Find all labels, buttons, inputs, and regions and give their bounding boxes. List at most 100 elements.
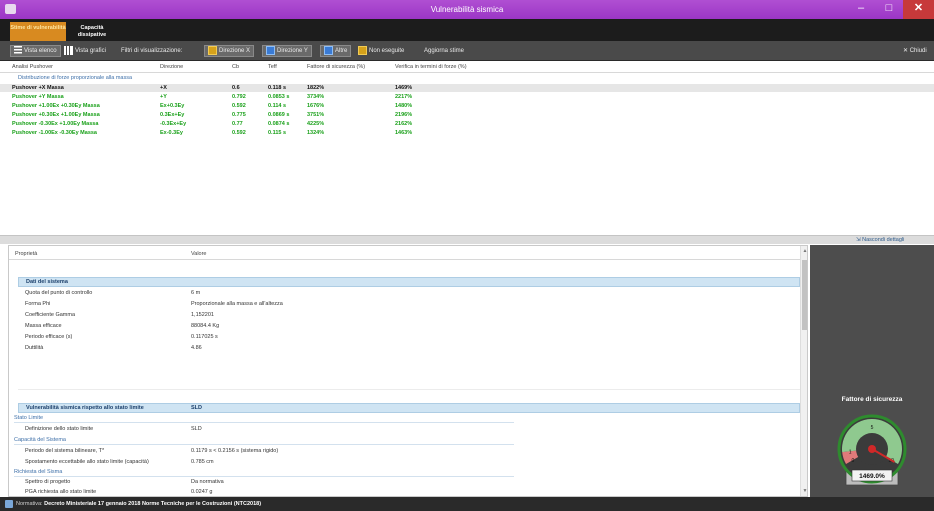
bar-chart-icon [64,45,73,55]
col-teff[interactable]: Teff [268,64,277,70]
property-key: Periodo del sistema bilineare, T* [25,448,105,454]
property-row[interactable]: Quota del punto di controllo 6 m [9,289,801,299]
cell-cb: 0.592 [232,130,246,136]
app-window: Vulnerabilità sismica – □ ✕ Stime di vul… [0,0,934,511]
hide-details-toggle[interactable]: ⇲ Nascondi dettagli [856,236,904,245]
cell-vf: 1469% [395,85,413,91]
tab-stime-vulnerabilita[interactable]: Stime di vulnerabilità [10,22,66,41]
cell-vf: 2196% [395,112,413,118]
property-key: Forma Phi [25,301,51,307]
direction-y-icon [266,46,275,55]
view-charts-button[interactable]: Vista grafici [64,45,106,57]
property-value: 1,152201 [191,312,214,318]
property-value: 0.0247 g [191,489,213,495]
col-cb[interactable]: Cb [232,64,239,70]
property-key: Coefficiente Gamma [25,312,76,318]
property-row[interactable]: Forma Phi Proporzionale alla massa e all… [9,300,801,310]
table-row[interactable]: Pushover -1.00Ex -0.30Ey Massa Ex-0.3Ey … [0,129,934,137]
info-icon [5,500,13,508]
property-row[interactable]: Coefficiente Gamma 1,152201 [9,311,801,321]
filter-dir-y-toggle[interactable]: Direzione Y [262,45,312,57]
col-direzione[interactable]: Direzione [160,64,183,70]
cell-cb: 0.792 [232,94,246,100]
table-row[interactable]: Pushover +Y Massa +Y 0.792 0.0853 s 3734… [0,93,934,101]
group-richiesta-sisma: Richiesta del Sisma [14,469,63,475]
gauge-mark: 1 [849,449,852,455]
list-icon [14,46,22,55]
cell-teff: 0.118 s [268,85,287,91]
property-row[interactable]: Periodo efficace (s) 0.117025 s [9,333,801,343]
property-value: 88084.4 Kg [191,323,220,329]
cell-dir: 0.3Ex+Ey [160,112,185,118]
filter-not-run-toggle[interactable]: Non eseguite [358,45,404,57]
property-key: PGA richiesta allo stato limite [25,489,97,495]
filter-others-toggle[interactable]: Altre [320,45,352,57]
group-stato-limite: Stato Limite [14,415,44,421]
property-row[interactable]: Periodo del sistema bilineare, T* 0.1179… [9,447,801,457]
splitter-bar[interactable] [0,235,934,244]
maximize-button[interactable]: □ [875,0,903,19]
section-vulnerabilita[interactable]: Vulnerabilità sismica rispetto allo stat… [18,403,800,413]
section-dati-sistema[interactable]: Dati del sistema [18,277,800,287]
property-key: Periodo efficace (s) [25,334,73,340]
not-run-icon [358,45,367,55]
status-text: Normativa: Decreto Ministeriale 17 genna… [16,501,261,507]
filter-not-run-label: Non eseguite [369,48,405,54]
property-row[interactable]: Spettro di progetto Da normativa [9,478,801,488]
cell-name: Pushover +0.30Ex +1.00Ey Massa [12,112,100,118]
update-estimates-button[interactable]: Aggiorna stime [424,45,464,57]
col-fattore-sicurezza[interactable]: Fattore di sicurezza (%) [307,64,365,70]
cell-cb: 0.77 [232,121,243,127]
status-label: Normativa: [16,501,43,507]
cell-dir: +X [160,85,167,91]
cell-vf: 1463% [395,130,413,136]
section-value: SLD [191,405,202,411]
group-row[interactable]: Distribuzione di forze proporzionale all… [0,74,934,84]
table-row[interactable]: Pushover -0.30Ex +1.00Ey Massa -0.3Ex+Ey… [0,120,934,128]
table-row[interactable]: Pushover +1.00Ex +0.30Ey Massa Ex+0.3Ey … [0,102,934,110]
properties-scrollbar[interactable]: ▲ ▼ [800,246,807,496]
property-key: Duttilità [25,345,44,351]
cell-teff: 0.0869 s [268,112,290,118]
cell-dir: -0.3Ex+Ey [160,121,187,127]
cell-teff: 0.0874 s [268,121,290,127]
property-row[interactable]: Massa efficace 88084.4 Kg [9,322,801,332]
gauge-needle-hub [868,445,876,453]
gauge-mark: 0 [852,458,855,464]
cell-name: Pushover +X Massa [12,85,64,91]
divider [14,422,514,423]
cell-cb: 0.6 [232,85,240,91]
divider [18,389,800,390]
close-view-button[interactable]: ✕ Chiudi [903,45,927,57]
scroll-down-icon[interactable]: ▼ [802,488,807,494]
cell-name: Pushover -0.30Ex +1.00Ey Massa [12,121,99,127]
direction-x-icon [208,46,217,55]
table-row[interactable]: Pushover +0.30Ex +1.00Ey Massa 0.3Ex+Ey … [0,111,934,119]
filter-dir-x-toggle[interactable]: Direzione X [204,45,255,57]
view-list-button[interactable]: Vista elenco [10,45,61,57]
cell-teff: 0.114 s [268,103,287,109]
status-bar: Normativa: Decreto Ministeriale 17 genna… [0,497,934,511]
window-title: Vulnerabilità sismica [430,5,504,14]
scroll-up-icon[interactable]: ▲ [802,248,807,254]
tab-capacita-dissipative[interactable]: Capacità dissipative [66,22,118,41]
cell-cb: 0.775 [232,112,246,118]
gauge-title: Fattore di sicurezza [841,396,903,403]
group-capacita-sistema: Capacità del Sistema [14,437,66,443]
section-title: Vulnerabilità sismica rispetto allo stat… [26,405,144,411]
table-row[interactable]: Pushover +X Massa +X 0.6 0.118 s 1822% 1… [0,84,934,92]
col-analisi[interactable]: Analisi Pushover [12,64,53,70]
property-value: 0.785 cm [191,459,214,465]
close-button[interactable]: ✕ [903,0,934,19]
property-row[interactable]: Duttilità 4.86 [9,344,801,354]
gauge-readout: 1469.0% [859,473,885,480]
cell-name: Pushover +Y Massa [12,94,64,100]
col-verifica-forze[interactable]: Verifica in termini di forze (%) [395,64,467,70]
property-row[interactable]: Spostamento eccettabile allo stato limit… [9,458,801,468]
cell-fs: 3734% [307,94,325,100]
scroll-thumb[interactable] [802,260,807,330]
minimize-button[interactable]: – [847,0,875,19]
property-row[interactable]: Definizione dello stato limite SLD [9,425,801,435]
property-row[interactable]: PGA richiesta allo stato limite 0.0247 g [9,488,801,496]
cell-vf: 2217% [395,94,413,100]
